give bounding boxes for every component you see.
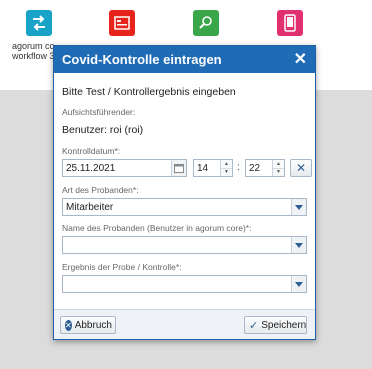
proband-type-select[interactable]: Mitarbeiter	[62, 198, 307, 216]
supervisor-value: Benutzer: roi (roi)	[62, 124, 144, 136]
hour-value: 14	[197, 162, 209, 174]
proband-name-select[interactable]	[62, 236, 307, 254]
dialog-header: Covid-Kontrolle eintragen ✕	[54, 46, 315, 73]
chevron-down-icon[interactable]	[291, 199, 306, 215]
supervisor-label: Aufsichtsführender:	[62, 107, 136, 117]
result-label: Ergebnis der Probe / Kontrolle*:	[62, 262, 182, 272]
chevron-down-icon[interactable]	[291, 237, 306, 253]
minute-spinner[interactable]: ▲ ▼	[272, 160, 284, 176]
hour-field[interactable]: 14 ▲ ▼	[193, 159, 233, 177]
mobile-icon[interactable]	[277, 10, 303, 36]
cancel-icon: ✕	[65, 319, 72, 331]
result-select[interactable]	[62, 275, 307, 293]
time-separator: :	[237, 162, 240, 173]
date-value: 25.11.2021	[66, 162, 116, 174]
save-button[interactable]: ✓ Speichern	[244, 316, 307, 334]
proband-name-label: Name des Probanden (Benutzer in agorum c…	[62, 223, 252, 233]
covid-control-dialog: Covid-Kontrolle eintragen ✕ Bitte Test /…	[53, 45, 316, 340]
presentation-icon[interactable]	[109, 10, 135, 36]
search-document-icon[interactable]	[193, 10, 219, 36]
clear-icon: ✕	[295, 161, 307, 175]
dialog-subtitle: Bitte Test / Kontrollergebnis eingeben	[62, 86, 236, 98]
cancel-label: Abbruch	[74, 319, 112, 331]
workflow-icon[interactable]	[26, 10, 52, 36]
clear-time-button[interactable]: ✕	[290, 159, 312, 177]
dialog-title: Covid-Kontrolle eintragen	[62, 52, 222, 67]
minute-field[interactable]: 22 ▲ ▼	[245, 159, 285, 177]
app-label-workflow-2: workflow 3	[12, 51, 55, 61]
app-label-workflow-1: agorum co	[12, 41, 55, 51]
calendar-icon[interactable]	[171, 160, 186, 176]
date-label: Kontrolldatum*:	[62, 146, 121, 156]
cancel-button[interactable]: ✕ Abbruch	[60, 316, 116, 334]
close-icon[interactable]: ✕	[294, 51, 307, 68]
proband-type-label: Art des Probanden*:	[62, 185, 139, 195]
dialog-footer: ✕ Abbruch ✓ Speichern	[54, 309, 315, 339]
chevron-down-icon[interactable]	[291, 276, 306, 292]
proband-type-value: Mitarbeiter	[66, 201, 114, 213]
dialog-body: Bitte Test / Kontrollergebnis eingeben A…	[54, 73, 315, 293]
checkmark-icon: ✓	[249, 319, 259, 332]
date-time-row: 25.11.2021 14 ▲ ▼ : 22 ▲ ▼ ✕	[62, 159, 312, 179]
save-label: Speichern	[261, 319, 307, 331]
date-field[interactable]: 25.11.2021	[62, 159, 187, 177]
hour-spinner[interactable]: ▲ ▼	[220, 160, 232, 176]
minute-value: 22	[249, 162, 261, 174]
